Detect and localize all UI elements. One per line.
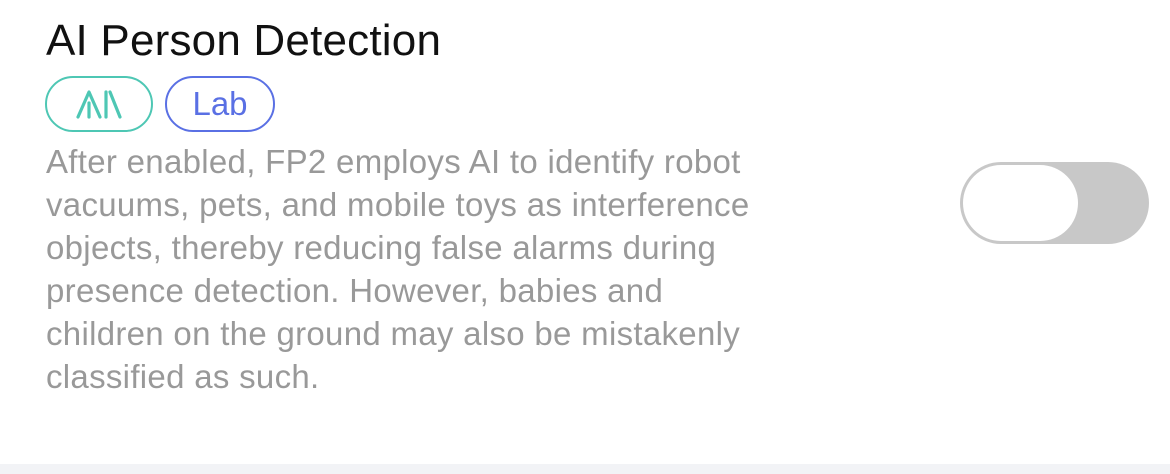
- toggle-knob: [963, 165, 1078, 241]
- lab-badge-label: Lab: [192, 85, 248, 122]
- ai-badge: [45, 76, 153, 132]
- setting-title: AI Person Detection: [46, 16, 442, 65]
- setting-card: AI Person Detection Lab After enabled, F…: [0, 0, 1170, 464]
- ai-person-detection-toggle[interactable]: [960, 162, 1149, 244]
- badge-group: Lab: [45, 76, 275, 132]
- lab-badge: Lab: [165, 76, 275, 132]
- setting-description: After enabled, FP2 employs AI to identif…: [46, 143, 750, 395]
- ai-logo-icon: [76, 90, 122, 119]
